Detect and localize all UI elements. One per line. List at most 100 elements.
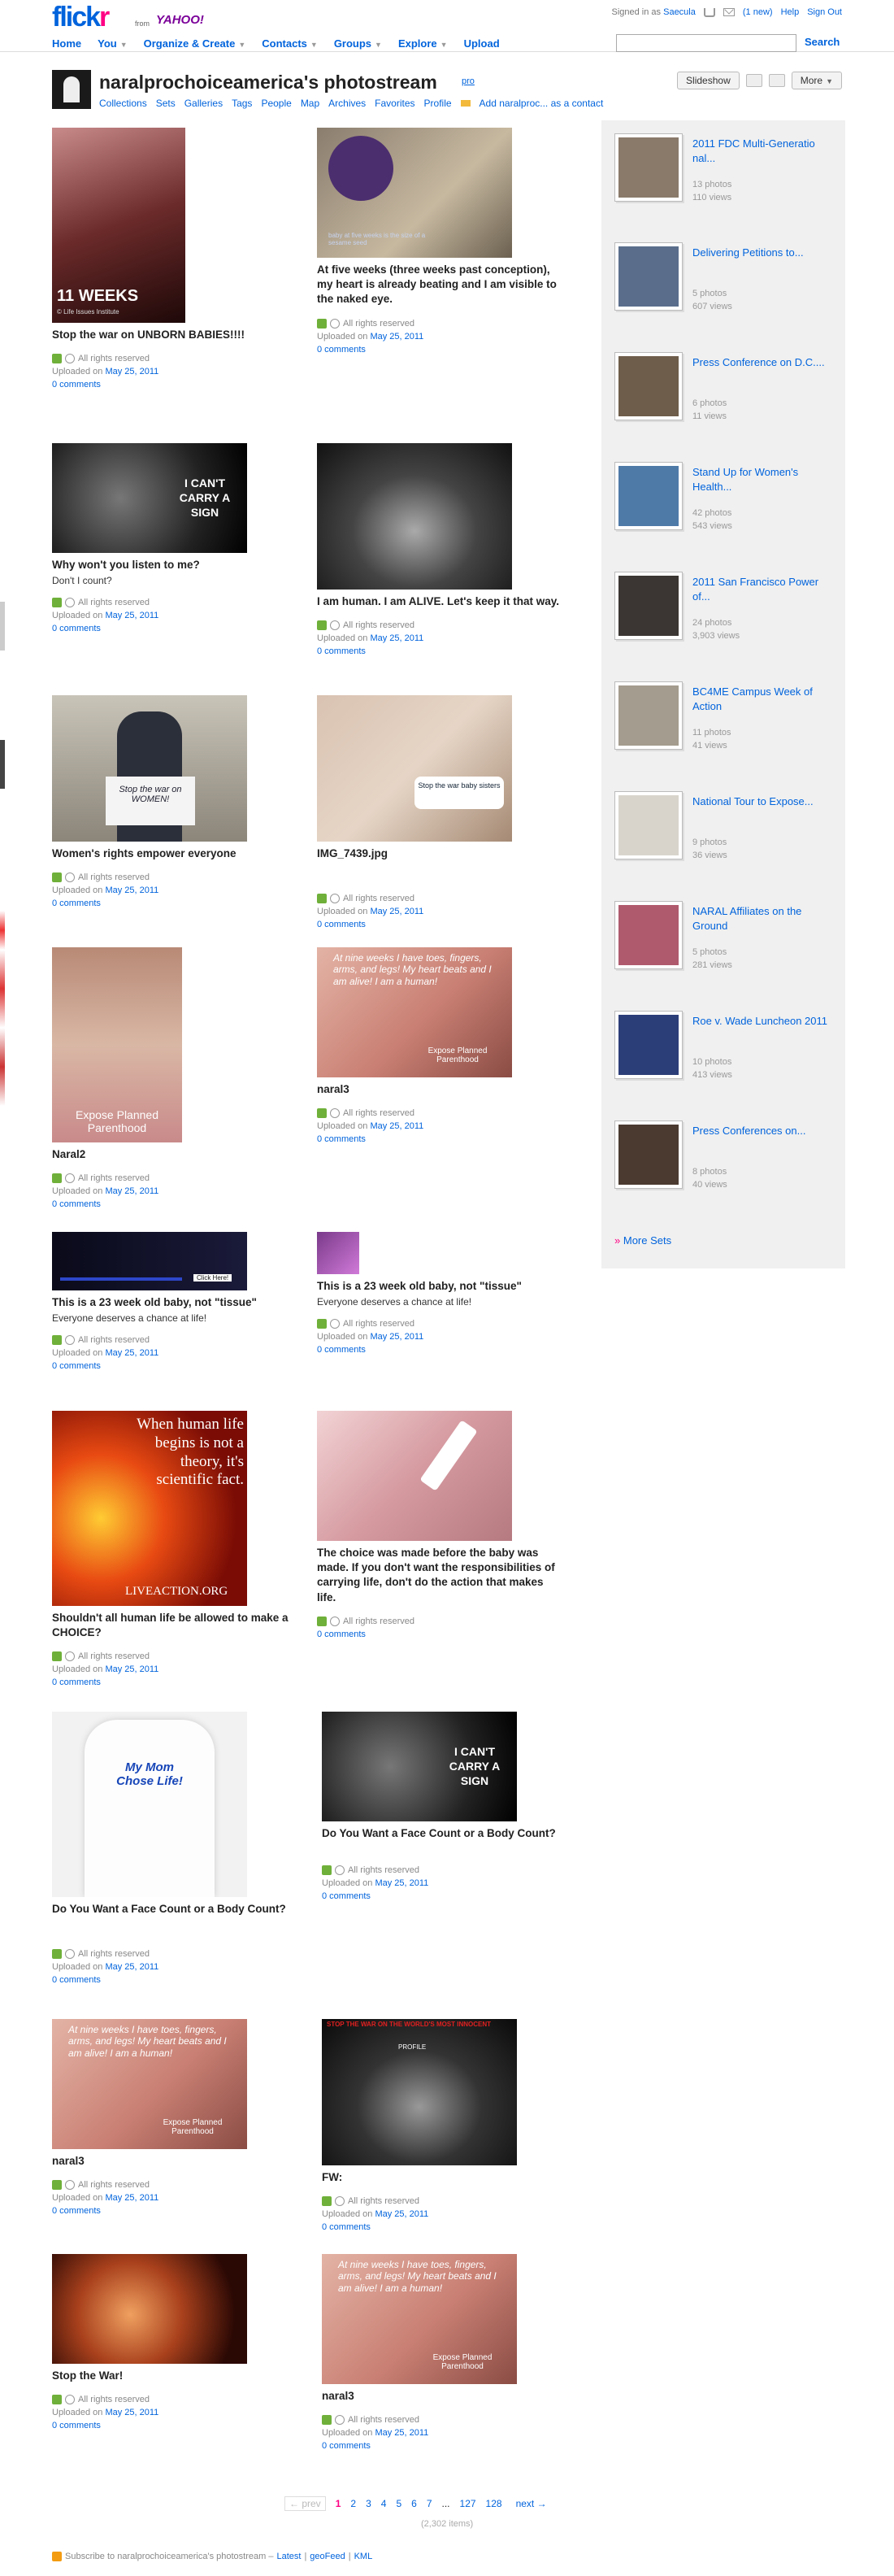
nav-upload[interactable]: Upload [464, 37, 500, 50]
share-email-icon[interactable] [745, 74, 762, 87]
feed-latest-link[interactable]: Latest [276, 2552, 301, 2561]
comments-link[interactable]: 0 comments [52, 2206, 296, 2216]
page-link[interactable]: 5 [396, 2498, 401, 2509]
comments-link[interactable]: 0 comments [322, 2222, 566, 2232]
photo-thumbnail[interactable]: baby at five weeks is the size of a sesa… [317, 128, 512, 258]
comments-link[interactable]: 0 comments [317, 1345, 561, 1355]
photo-title[interactable]: Do You Want a Face Count or a Body Count… [322, 1826, 566, 1841]
photo-title[interactable]: Shouldn't all human life be allowed to m… [52, 1611, 296, 1640]
set-thumbnail[interactable] [614, 791, 683, 859]
help-link[interactable]: Help [781, 7, 800, 17]
nav-organize[interactable]: Organize & Create ▼ [144, 37, 246, 50]
photo-thumbnail[interactable]: 11 WEEKS © Life Issues Institute [52, 128, 185, 323]
page-link[interactable]: 127 [460, 2498, 476, 2509]
set-title[interactable]: Delivering Petitions to... [692, 246, 832, 260]
photo-thumbnail[interactable] [317, 1411, 512, 1541]
subnav-profile[interactable]: Profile [424, 98, 452, 109]
set-title[interactable]: 2011 San Francisco Power of... [692, 575, 832, 604]
next-page-button[interactable]: next → [512, 2497, 551, 2510]
set-item[interactable]: NARAL Affiliates on the Ground 5 photos 2… [614, 901, 834, 982]
set-item[interactable]: Press Conference on D.C.... 6 photos 11 v… [614, 352, 834, 433]
set-title[interactable]: NARAL Affiliates on the Ground [692, 904, 832, 933]
comments-link[interactable]: 0 comments [317, 646, 561, 656]
search-button[interactable]: Search [805, 36, 840, 48]
photo-title[interactable]: This is a 23 week old baby, not "tissue" [52, 1295, 296, 1310]
photo-title[interactable]: Naral2 [52, 1147, 296, 1162]
photo-title[interactable]: I am human. I am ALIVE. Let's keep it th… [317, 594, 561, 609]
photo-title[interactable]: This is a 23 week old baby, not "tissue" [317, 1279, 561, 1294]
slideshow-button[interactable]: Slideshow [677, 72, 740, 89]
comments-link[interactable]: 0 comments [52, 899, 296, 908]
share-blog-icon[interactable] [768, 74, 785, 87]
set-item[interactable]: National Tour to Expose... 9 photos 36 vi… [614, 791, 834, 872]
nav-contacts[interactable]: Contacts ▼ [262, 37, 318, 50]
photo-thumbnail[interactable]: Expose Planned Parenthood [52, 947, 182, 1142]
photo-thumbnail[interactable]: STOP THE WAR ON THE WORLD'S MOST INNOCEN… [322, 2019, 517, 2165]
subnav-tags[interactable]: Tags [232, 98, 252, 109]
comments-link[interactable]: 0 comments [317, 1630, 561, 1639]
photo-title[interactable]: FW: [322, 2170, 566, 2185]
set-title[interactable]: Roe v. Wade Luncheon 2011 [692, 1014, 832, 1029]
pro-badge[interactable]: pro [462, 76, 475, 86]
cart-icon[interactable] [703, 7, 715, 17]
comments-link[interactable]: 0 comments [52, 1975, 296, 1985]
set-title[interactable]: Press Conference on D.C.... [692, 355, 832, 370]
photo-title[interactable]: naral3 [317, 1082, 561, 1097]
comments-link[interactable]: 0 comments [52, 624, 296, 633]
set-thumbnail[interactable] [614, 1011, 683, 1079]
photo-title[interactable]: naral3 [52, 2154, 296, 2169]
page-link[interactable]: 7 [427, 2498, 432, 2509]
set-thumbnail[interactable] [614, 681, 683, 750]
set-thumbnail[interactable] [614, 462, 683, 530]
comments-link[interactable]: 0 comments [317, 920, 561, 929]
comments-link[interactable]: 0 comments [52, 1361, 296, 1371]
new-mail-link[interactable]: (1 new) [743, 7, 773, 17]
photo-thumbnail[interactable]: My Mom Chose Life! [52, 1712, 247, 1897]
comments-link[interactable]: 0 comments [317, 1134, 561, 1144]
photo-title[interactable]: At five weeks (three weeks past concepti… [317, 263, 561, 307]
set-title[interactable]: Press Conferences on... [692, 1124, 832, 1138]
set-title[interactable]: Stand Up for Women's Health... [692, 465, 832, 494]
photo-thumbnail[interactable] [52, 2254, 247, 2364]
photo-title[interactable]: Stop the War! [52, 2369, 296, 2383]
subnav-sets[interactable]: Sets [156, 98, 176, 109]
photo-thumbnail[interactable]: When human life begins is not a theory, … [52, 1411, 247, 1606]
set-title[interactable]: National Tour to Expose... [692, 794, 832, 809]
subnav-map[interactable]: Map [301, 98, 319, 109]
page-link[interactable]: 128 [486, 2498, 502, 2509]
photo-thumbnail[interactable]: I CAN'T CARRY A SIGN [322, 1712, 517, 1821]
set-item[interactable]: Roe v. Wade Luncheon 2011 10 photos 413 v… [614, 1011, 834, 1092]
search-input[interactable] [616, 34, 796, 52]
comments-link[interactable]: 0 comments [52, 1677, 296, 1687]
comments-link[interactable]: 0 comments [52, 380, 296, 389]
set-item[interactable]: 2011 San Francisco Power of... 24 photos… [614, 572, 834, 653]
set-thumbnail[interactable] [614, 1120, 683, 1189]
add-contact-link[interactable]: Add naralproc... as a contact [480, 98, 604, 109]
photo-title[interactable]: Women's rights empower everyone [52, 846, 296, 861]
username-link[interactable]: Saecula [663, 7, 696, 17]
feed-kml-link[interactable]: KML [354, 2552, 373, 2561]
avatar[interactable] [52, 70, 91, 109]
subnav-collections[interactable]: Collections [99, 98, 147, 109]
set-thumbnail[interactable] [614, 242, 683, 311]
feed-geofeed-link[interactable]: geoFeed [310, 2552, 345, 2561]
subnav-people[interactable]: People [261, 98, 291, 109]
photo-thumbnail[interactable] [317, 1232, 359, 1274]
set-thumbnail[interactable] [614, 352, 683, 420]
set-item[interactable]: Delivering Petitions to... 5 photos 607 v… [614, 242, 834, 324]
mail-icon[interactable] [723, 8, 735, 16]
set-thumbnail[interactable] [614, 572, 683, 640]
photo-title[interactable]: Do You Want a Face Count or a Body Count… [52, 1902, 296, 1917]
more-sets-link[interactable]: » More Sets [614, 1234, 671, 1247]
page-link[interactable]: 2 [350, 2498, 356, 2509]
photo-thumbnail[interactable]: I CAN'T CARRY A SIGN [52, 443, 247, 553]
photo-thumbnail[interactable]: At nine weeks I have toes, fingers, arms… [317, 947, 512, 1077]
photo-thumbnail[interactable]: At nine weeks I have toes, fingers, arms… [322, 2254, 517, 2384]
page-link[interactable]: 4 [381, 2498, 387, 2509]
subnav-archives[interactable]: Archives [328, 98, 366, 109]
set-item[interactable]: 2011 FDC Multi-Generatio nal... 13 photo… [614, 133, 834, 215]
photo-thumbnail[interactable]: Stop the war on WOMEN! [52, 695, 247, 842]
sign-out-link[interactable]: Sign Out [807, 7, 842, 17]
set-thumbnail[interactable] [614, 133, 683, 202]
set-item[interactable]: Press Conferences on... 8 photos 40 views [614, 1120, 834, 1202]
